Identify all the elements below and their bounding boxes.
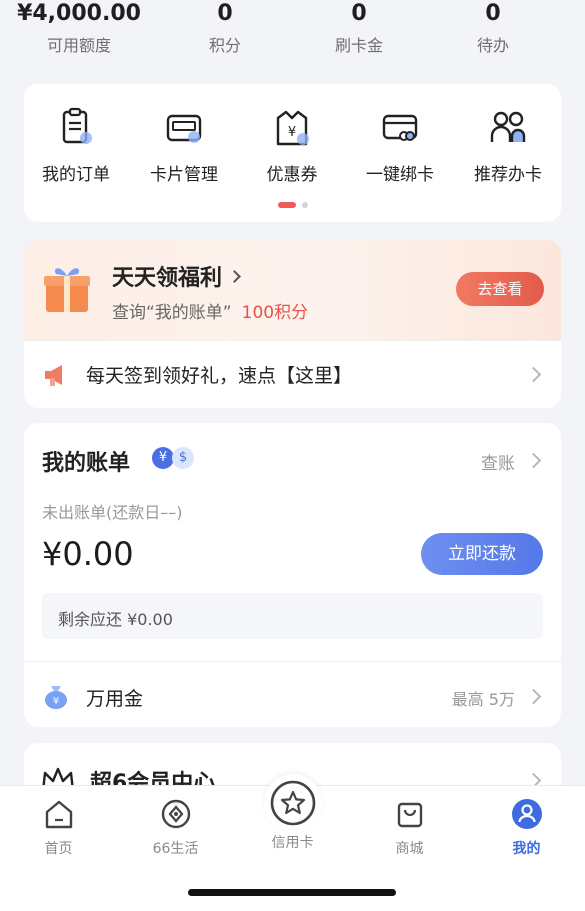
tab-label: 我的 bbox=[512, 841, 541, 857]
view-benefit-button[interactable]: 去查看 bbox=[456, 272, 544, 306]
coupon-icon: ¥ bbox=[270, 106, 314, 150]
profile-icon bbox=[509, 796, 545, 832]
stat-value: 0 bbox=[217, 1, 233, 26]
daily-signin-row[interactable]: 每天签到领好礼，速点【这里】 bbox=[24, 340, 561, 408]
repay-now-button[interactable]: 立即还款 bbox=[421, 533, 543, 575]
benefit-title-text: 天天领福利 bbox=[112, 266, 223, 291]
stat-label: 待办 bbox=[476, 36, 509, 55]
benefit-banner[interactable]: 天天领福利 查询“我的账单” 100积分 去查看 bbox=[24, 240, 561, 340]
quick-menu-recommend[interactable]: 推荐办卡 bbox=[458, 106, 558, 185]
bill-title: 我的账单 bbox=[42, 451, 131, 476]
quick-menu-card-management[interactable]: 卡片管理 bbox=[134, 106, 234, 185]
tab-label: 信用卡 bbox=[271, 835, 314, 851]
remaining-due: 剩余应还 ¥0.00 bbox=[42, 593, 543, 639]
remaining-due-text: 剩余应还 ¥0.00 bbox=[58, 610, 173, 629]
bill-card: 我的账单 ¥ $ 查账 未出账单(还款日––) ¥0.00 立即还款 剩余应还 … bbox=[24, 423, 561, 727]
tab-66-life[interactable]: 66生活 bbox=[117, 796, 234, 858]
chevron-right-icon bbox=[525, 452, 542, 469]
benefit-card: 天天领福利 查询“我的账单” 100积分 去查看 每天签到领好礼，速点【这里】 bbox=[24, 240, 561, 408]
quick-menu-label: 推荐办卡 bbox=[474, 165, 542, 185]
recommend-icon bbox=[486, 106, 530, 150]
quick-menu-coupons[interactable]: ¥ 优惠券 bbox=[242, 106, 342, 185]
bill-amount: ¥0.00 bbox=[42, 535, 134, 573]
svg-text:¥: ¥ bbox=[288, 125, 296, 140]
gift-icon bbox=[42, 262, 92, 314]
card-icon bbox=[162, 106, 206, 150]
money-bag-icon: ¥ bbox=[42, 682, 70, 714]
wanyongjin-label: 万用金 bbox=[86, 688, 144, 710]
stat-label: 可用额度 bbox=[46, 36, 111, 55]
chevron-right-icon bbox=[525, 366, 542, 383]
bag-icon bbox=[392, 796, 428, 832]
tab-mine[interactable]: 我的 bbox=[468, 796, 585, 858]
megaphone-icon bbox=[42, 363, 70, 391]
wanyongjin-max: 最高 5万 bbox=[451, 690, 515, 709]
star-icon bbox=[263, 774, 322, 832]
quick-menu-bind-card[interactable]: 一键绑卡 bbox=[350, 106, 450, 185]
benefit-subtitle-text: 查询“我的账单” bbox=[112, 303, 232, 323]
signin-text: 每天签到领好礼，速点【这里】 bbox=[86, 365, 353, 387]
account-stats: ¥4,000.00 可用额度 0 积分 0 刷卡金 0 待办 bbox=[0, 0, 585, 70]
chevron-right-icon bbox=[228, 269, 241, 283]
bill-status: 未出账单(还款日––) bbox=[42, 503, 183, 522]
page-dot bbox=[301, 201, 308, 208]
benefit-title: 天天领福利 bbox=[112, 260, 241, 292]
quick-menu-label: 优惠券 bbox=[266, 165, 318, 185]
quick-menu-label: 一键绑卡 bbox=[366, 165, 434, 185]
chevron-right-icon bbox=[525, 688, 542, 705]
benefit-subtitle: 查询“我的账单” 100积分 bbox=[112, 298, 308, 323]
stat-value: ¥4,000.00 bbox=[17, 1, 141, 26]
stat-card-gold[interactable]: 0 刷卡金 bbox=[286, 0, 432, 56]
tab-label: 商城 bbox=[395, 841, 424, 857]
home-icon bbox=[41, 796, 77, 832]
stat-value: 0 bbox=[351, 1, 367, 26]
stat-todo[interactable]: 0 待办 bbox=[420, 0, 566, 56]
benefit-points: 100积分 bbox=[241, 303, 309, 323]
quick-menu-label: 我的订单 bbox=[42, 165, 110, 185]
tab-label: 首页 bbox=[44, 841, 73, 857]
bind-card-icon bbox=[378, 106, 422, 150]
life-icon bbox=[158, 796, 194, 832]
tab-credit-card[interactable]: 信用卡 bbox=[234, 774, 351, 852]
tab-mall[interactable]: 商城 bbox=[351, 796, 468, 858]
usd-badge-icon[interactable]: $ bbox=[172, 447, 194, 469]
stat-available-credit[interactable]: ¥4,000.00 可用额度 bbox=[6, 0, 152, 56]
stat-label: 刷卡金 bbox=[334, 36, 383, 55]
stat-value: 0 bbox=[485, 1, 501, 26]
tab-home[interactable]: 首页 bbox=[0, 796, 117, 858]
page-indicator bbox=[24, 194, 561, 213]
stat-label: 积分 bbox=[208, 36, 241, 55]
wanyongjin-row[interactable]: ¥ 万用金 最高 5万 bbox=[24, 661, 561, 727]
quick-menu-label: 卡片管理 bbox=[150, 165, 218, 185]
check-bill-link[interactable]: 查账 bbox=[481, 449, 515, 474]
home-indicator bbox=[188, 889, 396, 896]
quick-menu-card: 我的订单 卡片管理 ¥ 优惠券 一键绑卡 推荐办卡 bbox=[24, 84, 561, 222]
quick-menu-my-orders[interactable]: 我的订单 bbox=[26, 106, 126, 185]
tab-label: 66生活 bbox=[152, 841, 199, 857]
yen-badge-icon[interactable]: ¥ bbox=[152, 447, 174, 469]
order-icon bbox=[54, 106, 98, 150]
page-dot-active bbox=[277, 201, 296, 208]
stat-points[interactable]: 0 积分 bbox=[152, 0, 298, 56]
svg-text:¥: ¥ bbox=[53, 696, 59, 707]
